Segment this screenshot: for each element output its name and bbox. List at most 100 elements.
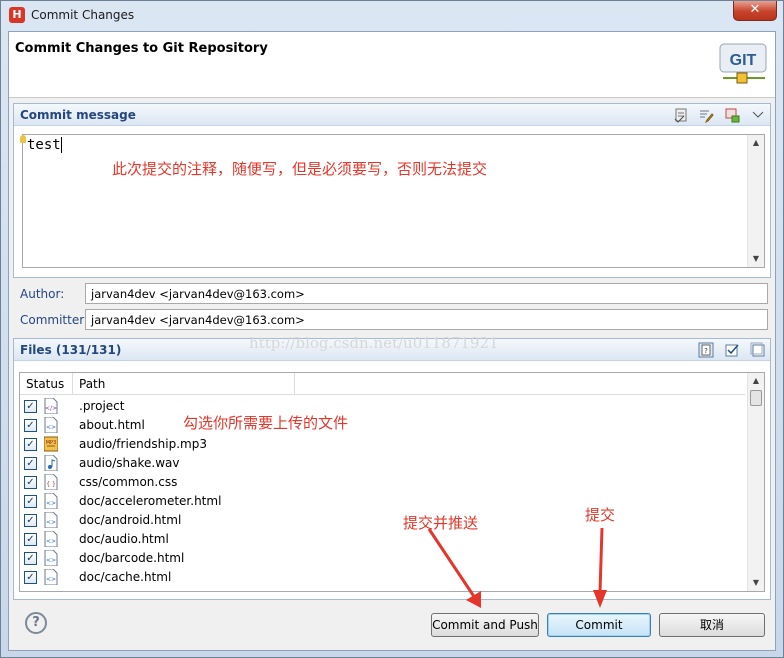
dialog-client-area: Commit Changes to Git Repository GIT Com… [8,31,776,651]
help-icon[interactable]: ? [25,612,47,634]
files-scroll-down-icon[interactable]: ▼ [748,575,764,591]
svg-text:?: ? [704,347,708,355]
svg-text:<>: <> [46,557,56,564]
table-row[interactable]: ✓ audio/shake.wav [20,454,745,473]
edit-icon[interactable] [698,107,715,124]
table-row[interactable]: ✓ <> doc/android.html [20,511,745,530]
git-logo-text: GIT [730,52,757,69]
file-path: .project [79,399,125,413]
svg-text:<>: <> [46,538,56,545]
files-toolbar: ? [692,342,766,358]
html-file-icon: <> [44,511,58,529]
status-column-header[interactable]: Status [26,377,64,391]
files-scroll-thumb[interactable] [750,390,762,406]
svg-text:<>: <> [46,576,56,583]
committer-field[interactable]: jarvan4dev <jarvan4dev@163.com> [85,309,768,330]
select-all-icon[interactable] [724,342,740,358]
table-row[interactable]: ✓ <> doc/audio.html [20,530,745,549]
table-row[interactable]: ✓ <> doc/accelerometer.html [20,492,745,511]
file-path: doc/barcode.html [79,551,185,565]
commit-button[interactable]: Commit [547,613,651,637]
author-field[interactable]: jarvan4dev <jarvan4dev@163.com> [85,283,768,304]
scroll-up-icon[interactable]: ▲ [748,135,764,151]
app-logo-icon: H [9,7,25,23]
file-path: doc/cache.html [79,570,172,584]
add-signed-off-icon[interactable] [724,107,740,123]
svg-text:<>: <> [46,519,56,526]
html-file-icon: <> [44,492,58,510]
message-scrollbar[interactable]: ▲ ▼ [747,135,764,267]
content-assist-bulb-icon [20,135,26,143]
file-path: css/common.css [79,475,178,489]
audio-file-icon [44,454,58,472]
file-checkbox[interactable]: ✓ [24,552,37,565]
file-path: doc/android.html [79,513,182,527]
close-button[interactable]: ✕ [733,1,777,21]
window-title: Commit Changes [31,8,135,22]
author-label: Author: [20,287,65,301]
file-path: audio/friendship.mp3 [79,437,207,451]
title-bar[interactable]: H Commit Changes ✕ [1,1,783,31]
svg-text:<>: <> [46,500,56,507]
file-checkbox[interactable]: ✓ [24,514,37,527]
file-checkbox[interactable]: ✓ [24,571,37,584]
show-untracked-icon[interactable]: ? [698,342,714,358]
commit-message-input[interactable]: test ▲ ▼ [20,134,765,268]
files-table-header: Status Path [20,373,745,395]
file-checkbox[interactable]: ✓ [24,419,37,432]
commit-message-section: Commit message test ▲ ▼ [13,103,771,278]
file-path: doc/accelerometer.html [79,494,222,508]
git-logo-icon: GIT [719,43,767,84]
spell-check-icon[interactable] [673,107,689,123]
table-row[interactable]: ✓ <> doc/barcode.html [20,549,745,568]
table-row[interactable]: ✓ <> doc/cache.html [20,568,745,587]
deselect-all-icon[interactable] [750,342,766,358]
commit-message-title: Commit message [20,108,136,122]
files-title: Files (131/131) [20,343,122,357]
table-row[interactable]: ✓ MP3 audio/friendship.mp3 [20,435,745,454]
file-checkbox[interactable]: ✓ [24,476,37,489]
svg-text:</>: </> [45,405,57,412]
html-file-icon: <> [44,549,58,567]
xml-file-icon: </> [44,397,58,415]
committer-label: Committer: [20,313,88,327]
file-checkbox[interactable]: ✓ [24,533,37,546]
html-file-icon: <> [44,568,58,586]
mp3-file-icon: MP3 [43,436,59,452]
table-row[interactable]: ✓ { } css/common.css [20,473,745,492]
table-row[interactable]: ✓ <> about.html [20,416,745,435]
dialog-header: Commit Changes to Git Repository GIT [9,32,775,98]
commit-arrow-label: 提交 [585,506,616,524]
scroll-down-icon[interactable]: ▼ [748,251,764,267]
files-scrollbar[interactable]: ▲ ▼ [747,373,764,591]
table-row[interactable]: ✓ </> .project [20,397,745,416]
dialog-title: Commit Changes to Git Repository [15,41,268,56]
view-menu-icon[interactable] [750,107,766,123]
file-checkbox[interactable]: ✓ [24,495,37,508]
svg-text:{ }: { } [46,481,56,488]
commit-message-header: Commit message [14,104,770,126]
cancel-button[interactable]: 取消 [659,613,765,637]
files-table: Status Path ✓ </> .project ✓ <> about.html ✓ MP… [19,372,765,592]
commit-and-push-button[interactable]: Commit and Push [431,613,539,637]
commit-changes-window: H Commit Changes ✕ Commit Changes to Git… [0,0,784,658]
watermark-text: http://blog.csdn.net/u011871921 [249,334,499,352]
file-path: doc/audio.html [79,532,169,546]
file-checkbox[interactable]: ✓ [24,400,37,413]
commit-message-annotation: 此次提交的注释，随便写，但是必须要写，否则无法提交 [112,160,488,178]
file-checkbox[interactable]: ✓ [24,438,37,451]
commit-message-text: test [27,137,62,153]
commit-message-toolbar [667,107,766,124]
html-file-icon: <> [44,416,58,434]
file-path: about.html [79,418,145,432]
commit-push-arrow-label: 提交并推送 [403,514,479,532]
path-column-header[interactable]: Path [79,377,105,391]
files-annotation: 勾选你所需要上传的文件 [183,414,349,432]
css-file-icon: { } [44,473,58,491]
html-file-icon: <> [44,530,58,548]
svg-text:<>: <> [46,424,56,431]
files-scroll-up-icon[interactable]: ▲ [748,373,764,389]
svg-text:MP3: MP3 [46,440,57,446]
file-path: audio/shake.wav [79,456,180,470]
file-checkbox[interactable]: ✓ [24,457,37,470]
